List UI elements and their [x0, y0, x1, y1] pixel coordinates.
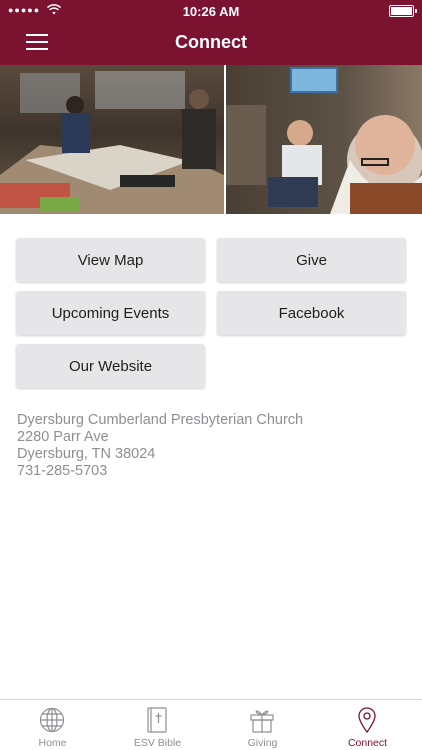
battery-icon — [389, 5, 417, 17]
phone-number[interactable]: 731-285-5703 — [17, 463, 303, 480]
church-name: Dyersburg Cumberland Presbyterian Church — [17, 412, 304, 428]
map-pin-icon — [358, 707, 376, 733]
tab-connect[interactable]: Connect — [315, 700, 420, 750]
status-bar: ●●●●● 10:26 AM — [0, 0, 422, 22]
bible-icon — [147, 707, 167, 733]
facebook-button[interactable]: Facebook — [217, 291, 406, 335]
tab-giving-label: Giving — [247, 737, 278, 749]
our-website-button[interactable]: Our Website — [16, 344, 205, 388]
hero-photo — [0, 65, 422, 214]
page-title: Connect — [175, 32, 247, 52]
tab-home-label: Home — [38, 737, 67, 749]
city-state-zip: Dyersburg, TN 38024 — [17, 446, 156, 462]
view-map-button[interactable]: View Map — [16, 238, 205, 282]
tab-connect-label: Connect — [347, 737, 388, 749]
tab-esv-bible-label: ESV Bible — [133, 737, 182, 749]
hero-photo-image — [0, 65, 422, 214]
globe-icon — [39, 707, 65, 733]
tab-giving[interactable]: Giving — [210, 700, 315, 750]
tab-home[interactable]: Home — [0, 700, 105, 750]
tab-bar: Home ESV Bible Giving Connect — [0, 699, 422, 750]
give-button[interactable]: Give — [217, 238, 406, 282]
status-time: 10:26 AM — [182, 4, 240, 19]
church-address: Dyersburg Cumberland Presbyterian Church… — [17, 412, 303, 480]
gift-icon — [250, 710, 274, 733]
tab-esv-bible[interactable]: ESV Bible — [105, 700, 210, 750]
street-address: 2280 Parr Ave — [17, 429, 109, 445]
upcoming-events-button[interactable]: Upcoming Events — [16, 291, 205, 335]
nav-bar: Connect — [0, 22, 422, 65]
app-header: ●●●●● 10:26 AM Connect — [0, 0, 422, 65]
